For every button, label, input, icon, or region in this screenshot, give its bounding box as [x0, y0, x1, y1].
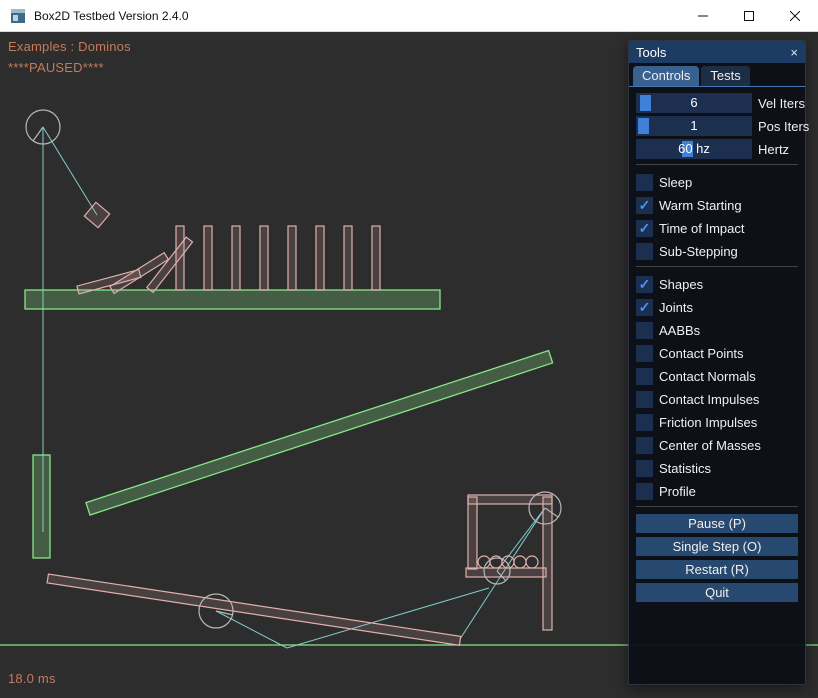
tools-panel-titlebar[interactable]: Tools ×	[629, 41, 805, 63]
checkbox-contact-normals[interactable]	[636, 368, 653, 385]
separator	[636, 266, 798, 267]
dynamic-bodies	[47, 202, 552, 645]
checkbox-contact-impulses[interactable]	[636, 391, 653, 408]
restart-button[interactable]: Restart (R)	[636, 560, 798, 579]
checkbox-statistics[interactable]	[636, 460, 653, 477]
pos-iters-value: 1	[636, 116, 752, 136]
checkmark-icon: ✓	[639, 300, 651, 314]
tools-close-icon[interactable]: ×	[790, 46, 798, 59]
checkbox-label: Center of Masses	[659, 438, 761, 453]
circle-bodies	[26, 110, 561, 628]
frame-left-post	[468, 497, 477, 569]
checkbox-center-of-masses[interactable]	[636, 437, 653, 454]
pos-iters-slider[interactable]: 1	[636, 116, 752, 136]
domino-platform	[25, 290, 440, 309]
app-icon	[10, 8, 26, 24]
minimize-button[interactable]	[680, 0, 726, 32]
checkmark-icon: ✓	[639, 221, 651, 235]
frame-shelf	[466, 568, 546, 577]
separator	[636, 164, 798, 165]
vel-iters-value: 6	[636, 93, 752, 113]
checkbox-contact-points[interactable]	[636, 345, 653, 362]
tab-controls[interactable]: Controls	[633, 66, 699, 86]
checkmark-icon: ✓	[639, 198, 651, 212]
bottom-plank	[47, 574, 461, 645]
checkbox-label: Shapes	[659, 277, 703, 292]
angled-ramp	[86, 351, 553, 515]
frame-time-label: 18.0 ms	[8, 671, 56, 686]
checkbox-friction-impulses[interactable]	[636, 414, 653, 431]
vel-iters-slider[interactable]: 6	[636, 93, 752, 113]
checkmark-icon: ✓	[639, 277, 651, 291]
checkbox-aabbs[interactable]	[636, 322, 653, 339]
checkbox-sub-stepping[interactable]	[636, 243, 653, 260]
checkbox-label: Profile	[659, 484, 696, 499]
close-button[interactable]	[772, 0, 818, 32]
frame-right-post	[543, 497, 552, 630]
hertz-value: 60 hz	[636, 139, 752, 159]
checkbox-warm-starting[interactable]: ✓	[636, 197, 653, 214]
tools-tabbar: Controls Tests	[629, 63, 805, 87]
checkbox-label: Contact Impulses	[659, 392, 759, 407]
frame-top-bar	[468, 495, 552, 504]
checkbox-joints[interactable]: ✓	[636, 299, 653, 316]
paused-label: ****PAUSED****	[8, 60, 104, 75]
minimize-icon	[698, 11, 708, 21]
checkbox-shapes[interactable]: ✓	[636, 276, 653, 293]
checkbox-label: Time of Impact	[659, 221, 744, 236]
dominoes-upright	[176, 226, 380, 290]
checkbox-label: Warm Starting	[659, 198, 742, 213]
checkbox-time-of-impact[interactable]: ✓	[636, 220, 653, 237]
checkbox-label: Joints	[659, 300, 693, 315]
pos-iters-label: Pos Iters	[758, 119, 809, 134]
checkbox-sleep[interactable]	[636, 174, 653, 191]
checkbox-profile[interactable]	[636, 483, 653, 500]
checkbox-label: Contact Points	[659, 346, 744, 361]
checkbox-label: Contact Normals	[659, 369, 756, 384]
hertz-label: Hertz	[758, 142, 789, 157]
tools-panel: Tools × Controls Tests 6 Vel Iters 1 Pos…	[628, 40, 806, 685]
tools-panel-title: Tools	[636, 45, 666, 60]
tab-tests[interactable]: Tests	[701, 66, 749, 86]
window-title: Box2D Testbed Version 2.4.0	[34, 9, 189, 23]
checkbox-label: AABBs	[659, 323, 700, 338]
pendulum-box	[84, 202, 109, 227]
checkbox-label: Statistics	[659, 461, 711, 476]
example-label: Examples : Dominos	[8, 39, 131, 54]
single-step-button[interactable]: Single Step (O)	[636, 537, 798, 556]
checkbox-label: Friction Impulses	[659, 415, 757, 430]
checkbox-label: Sleep	[659, 175, 692, 190]
separator	[636, 506, 798, 507]
vel-iters-label: Vel Iters	[758, 96, 805, 111]
quit-button[interactable]: Quit	[636, 583, 798, 602]
window-titlebar[interactable]: Box2D Testbed Version 2.4.0	[0, 0, 818, 32]
hertz-slider[interactable]: 60 hz	[636, 139, 752, 159]
maximize-button[interactable]	[726, 0, 772, 32]
close-icon	[790, 11, 800, 21]
tall-block	[33, 455, 50, 558]
pause-button[interactable]: Pause (P)	[636, 514, 798, 533]
tools-panel-body: 6 Vel Iters 1 Pos Iters 60 hz Hertz Slee…	[629, 87, 805, 602]
checkbox-label: Sub-Stepping	[659, 244, 738, 259]
maximize-icon	[744, 11, 754, 21]
